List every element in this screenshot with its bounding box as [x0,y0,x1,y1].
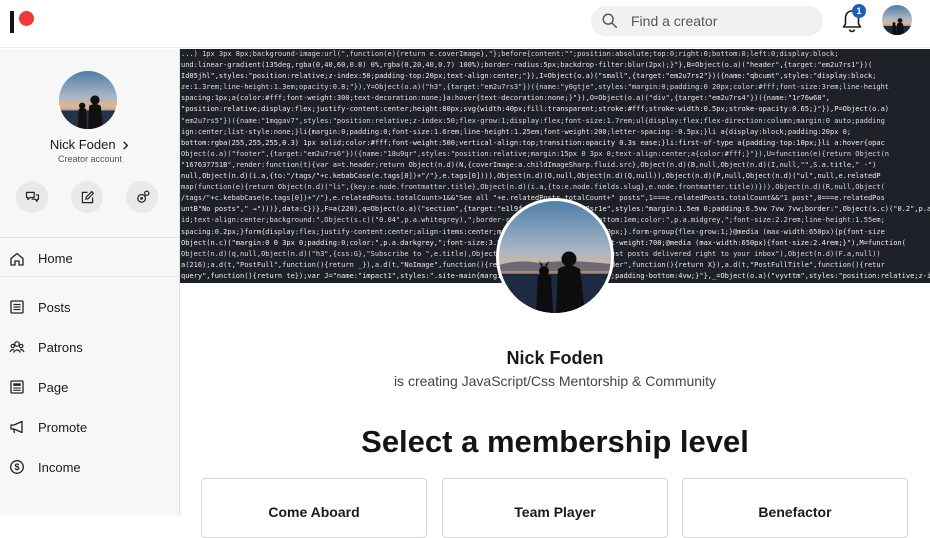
creator-settings-button[interactable] [126,181,158,213]
patreon-logo[interactable] [8,9,34,33]
dollar-icon: $ [10,460,24,474]
cover-code-line: ign:center;list-style:none;}li{margin:0;… [181,127,852,136]
messages-icon [25,191,39,202]
sidebar-item-page[interactable]: Page [0,369,180,405]
patrons-icon [9,341,25,353]
creator-name: Nick Foden [506,348,604,368]
cover-code-line: bottom:rgba(255,255,255,0.3) 1px solid;c… [181,138,885,147]
sidebar-item-promote[interactable]: Promote [0,409,180,445]
top-bar: 1 [0,0,930,48]
user-avatar[interactable] [882,5,912,35]
sidebar-item-income[interactable]: $ Income [0,449,180,485]
posts-icon [10,300,24,314]
chevron-right-icon [123,141,129,150]
cover-code-line: spacing:1px;a{color:#fff;font-weight:300… [181,94,831,103]
logo-bar [10,11,14,33]
creator-tagline: is creating JavaScript/Css Mentorship & … [393,373,717,389]
cover-code-line: "167637751B",render:function(t){var a=t.… [181,160,877,169]
compose-icon [81,190,94,203]
sidebar: Nick Foden Creator account Home Posts Pa… [0,49,180,515]
cover-code-line: Object(o.a)("footer",{target:"em2u7rs6"}… [181,149,890,158]
notification-count-badge: 1 [852,4,866,18]
logo-dot [19,11,34,26]
cover-code-line: "em2u7rs5"})({name:"1mqgav7",styles:"pos… [181,116,885,125]
membership-section-title: Select a membership level [361,424,749,459]
page-icon [10,380,24,394]
search-box[interactable] [591,6,823,36]
sidebar-item-patrons[interactable]: Patrons [0,329,180,365]
sidebar-item-label: Page [38,379,69,395]
tier-card-come-aboard[interactable]: Come Aboard [201,478,427,538]
cover-code-line: und:linear-gradient(135deg,rgba(0,40,60,… [181,61,873,70]
sidebar-creator-name-text: Nick Foden [49,137,116,152]
messages-button[interactable] [16,181,48,213]
cover-code-line: ...) 1px 3px 8px;background-image:url(",… [181,50,839,58]
sidebar-item-posts[interactable]: Posts [0,289,180,325]
cover-code-line: map(function(e){return Object(n.d)("li",… [181,183,885,192]
sidebar-item-label: Patrons [38,339,83,355]
sidebar-item-home[interactable]: Home [0,241,180,277]
sidebar-avatar[interactable] [59,71,117,129]
create-post-button[interactable] [71,181,103,213]
cover-code-line: ze:1.3rem;line-height:1.3em;opacity:0.8;… [181,83,890,92]
search-input[interactable] [631,13,811,29]
sidebar-divider [0,237,180,238]
settings-icon [136,190,149,203]
sidebar-creator-name[interactable]: Nick Foden [0,137,180,152]
sidebar-item-label: Income [38,459,81,475]
megaphone-icon [10,420,23,434]
tier-card-title: Team Player [514,504,596,520]
search-icon [602,13,618,29]
sidebar-item-label: Home [38,251,73,266]
tier-card-title: Benefactor [758,504,832,520]
cover-code-line: "position:relative;display:flex;justify-… [181,105,890,114]
sidebar-item-label: Posts [38,299,71,315]
sidebar-creator-role: Creator account [57,154,123,164]
svg-text:$: $ [14,462,19,472]
cover-code-line: null,Object(n.d)(i.a,{to:"/tags/"+c.keba… [181,172,881,181]
tier-card-team-player[interactable]: Team Player [442,478,668,538]
sidebar-item-label: Promote [38,419,88,435]
profile-avatar [496,198,614,316]
cover-code-line: Id05jhl",styles:"position:relative;z-ind… [181,72,877,81]
home-icon [10,252,24,266]
tier-card-title: Come Aboard [268,504,360,520]
tier-card-benefactor[interactable]: Benefactor [682,478,908,538]
